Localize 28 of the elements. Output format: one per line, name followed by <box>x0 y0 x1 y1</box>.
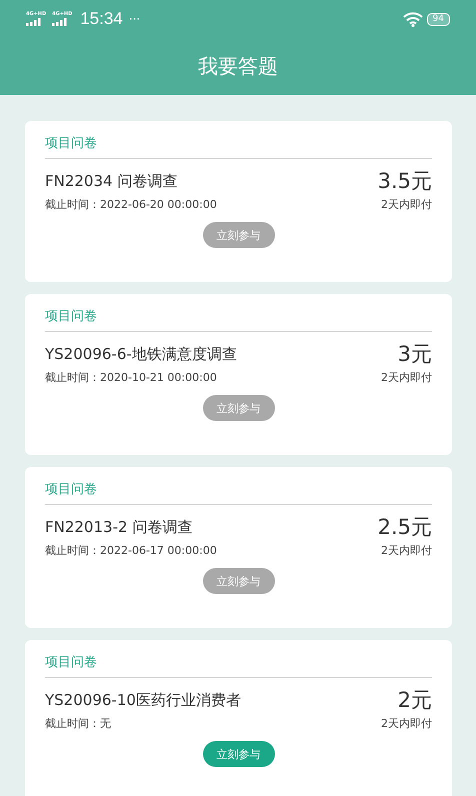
survey-title: FN22034 问卷调查 <box>45 171 178 191</box>
page-title: 我要答题 <box>198 53 278 80</box>
deadline-text: 截止时间：2022-06-20 00:00:00 <box>45 197 217 212</box>
more-indicator: ··· <box>128 12 140 26</box>
survey-title: YS20096-6-地铁满意度调查 <box>45 344 237 364</box>
wifi-icon <box>402 12 423 26</box>
reward-amount: 2.5元 <box>378 517 432 537</box>
reward-amount: 3元 <box>398 344 432 364</box>
payment-note: 2天内即付 <box>381 543 432 558</box>
payment-note: 2天内即付 <box>381 197 432 212</box>
battery-level: 94 <box>426 12 450 26</box>
payment-note: 2天内即付 <box>381 716 432 731</box>
deadline-text: 截止时间：无 <box>45 716 112 731</box>
reward-amount: 3.5元 <box>378 171 432 191</box>
clock: 15:34 <box>80 9 123 29</box>
reward-amount: 2元 <box>398 690 432 710</box>
category-label: 项目问卷 <box>45 134 432 159</box>
category-label: 项目问卷 <box>45 480 432 505</box>
survey-title: FN22013-2 问卷调查 <box>45 517 194 537</box>
payment-note: 2天内即付 <box>381 370 432 385</box>
join-button[interactable]: 立刻参与 <box>202 741 274 767</box>
survey-title: YS20096-10医药行业消费者 <box>45 690 241 710</box>
category-label: 项目问卷 <box>45 653 432 678</box>
signal-icon <box>52 18 68 26</box>
signal-icon <box>26 18 42 26</box>
deadline-text: 截止时间：2022-06-17 00:00:00 <box>45 543 217 558</box>
category-label: 项目问卷 <box>45 307 432 332</box>
deadline-text: 截止时间：2020-10-21 00:00:00 <box>45 370 218 385</box>
